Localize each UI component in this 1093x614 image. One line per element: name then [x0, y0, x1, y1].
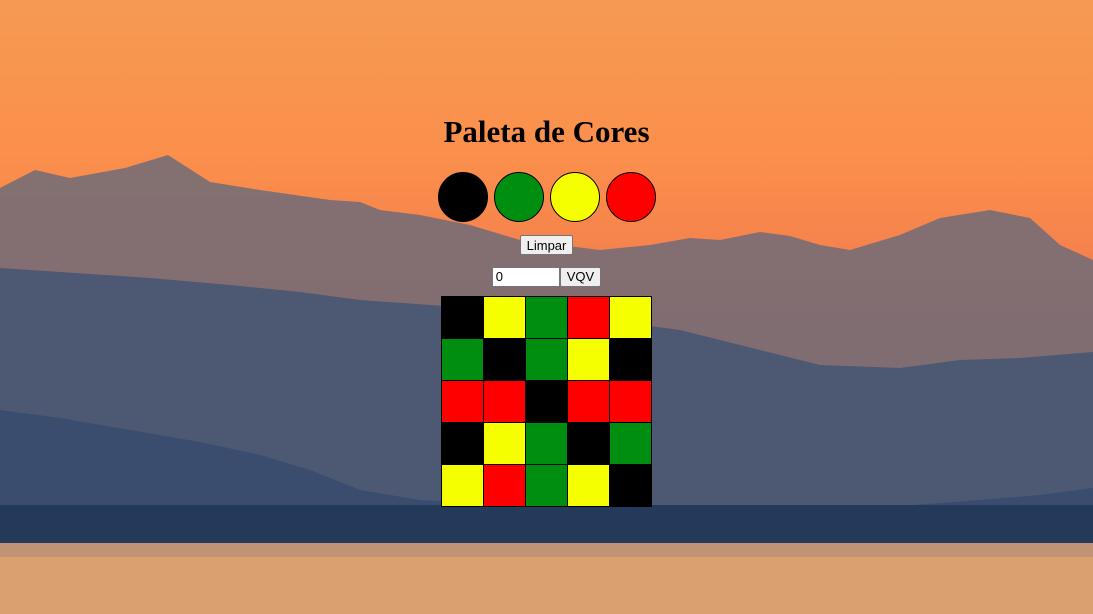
- clear-board-button[interactable]: Limpar: [519, 235, 574, 255]
- pixel-cell[interactable]: [526, 297, 568, 339]
- palette-color-red[interactable]: [605, 172, 656, 222]
- palette-color-green[interactable]: [493, 172, 544, 222]
- pixel-cell[interactable]: [484, 339, 526, 381]
- pixel-cell[interactable]: [610, 381, 652, 423]
- board-size-row: VQV: [491, 266, 602, 287]
- pixel-cell[interactable]: [442, 339, 484, 381]
- pixel-cell[interactable]: [610, 465, 652, 507]
- pixel-cell[interactable]: [526, 423, 568, 465]
- pixel-cell[interactable]: [484, 423, 526, 465]
- pixel-cell[interactable]: [484, 465, 526, 507]
- pixel-cell[interactable]: [484, 297, 526, 339]
- pixel-cell[interactable]: [442, 465, 484, 507]
- pixel-cell[interactable]: [568, 339, 610, 381]
- pixel-cell[interactable]: [568, 297, 610, 339]
- generate-board-button[interactable]: VQV: [559, 266, 602, 287]
- page-title: Paleta de Cores: [443, 114, 650, 149]
- pixel-cell[interactable]: [526, 465, 568, 507]
- pixel-cell[interactable]: [610, 339, 652, 381]
- pixel-cell[interactable]: [568, 465, 610, 507]
- pixel-cell[interactable]: [568, 423, 610, 465]
- pixel-cell[interactable]: [526, 339, 568, 381]
- clear-row: Limpar: [519, 235, 574, 256]
- pixel-cell[interactable]: [526, 381, 568, 423]
- main-content: Paleta de Cores Limpar VQV: [0, 0, 1093, 614]
- pixel-cell[interactable]: [568, 381, 610, 423]
- pixel-cell[interactable]: [610, 297, 652, 339]
- pixel-cell[interactable]: [442, 423, 484, 465]
- pixel-cell[interactable]: [442, 297, 484, 339]
- pixel-cell[interactable]: [610, 423, 652, 465]
- palette-color-yellow[interactable]: [549, 172, 600, 222]
- pixel-board: [441, 296, 652, 507]
- palette-color-black[interactable]: [437, 172, 488, 222]
- board-size-input[interactable]: [491, 266, 560, 287]
- color-palette: [437, 172, 656, 222]
- pixel-cell[interactable]: [442, 381, 484, 423]
- pixel-cell[interactable]: [484, 381, 526, 423]
